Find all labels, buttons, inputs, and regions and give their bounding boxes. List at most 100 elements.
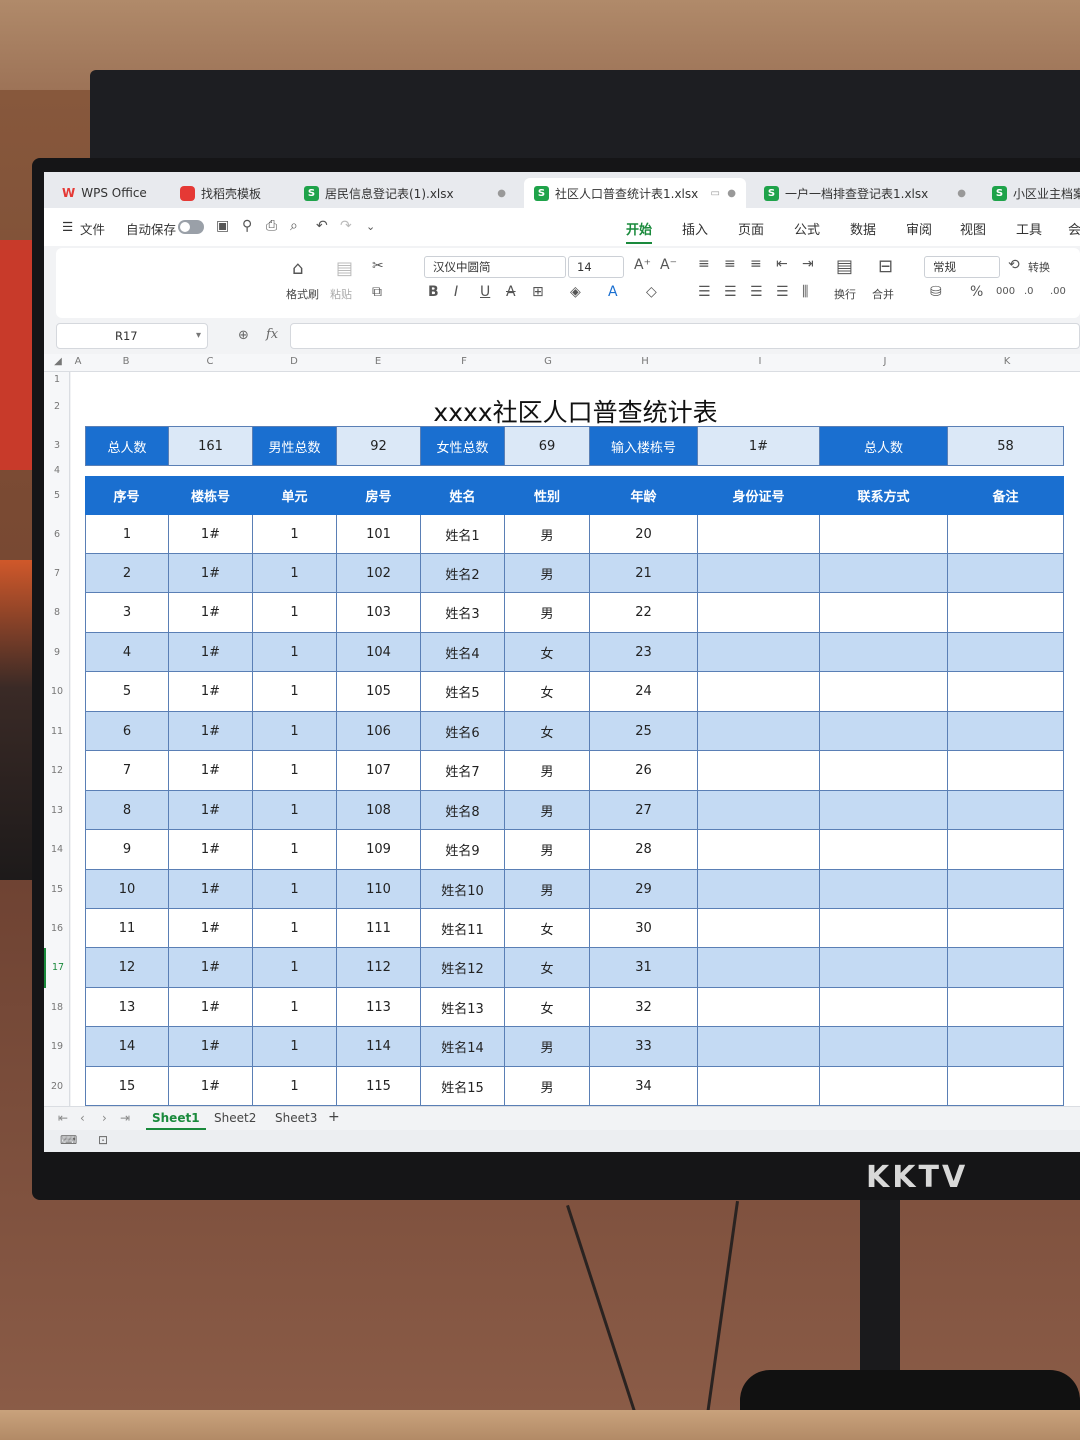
table-cell[interactable] [698, 830, 820, 870]
table-cell[interactable]: 1# [169, 791, 253, 830]
summary-value[interactable]: 1# [698, 426, 820, 466]
table-cell[interactable]: 1 [253, 870, 337, 909]
summary-value[interactable]: 161 [169, 426, 253, 466]
table-cell[interactable] [698, 948, 820, 988]
table-cell[interactable]: 姓名14 [421, 1027, 505, 1067]
tab-file-1[interactable]: S 居民信息登记表(1).xlsx ● [294, 178, 516, 208]
table-cell[interactable]: 108 [337, 791, 421, 830]
table-cell[interactable]: 107 [337, 751, 421, 791]
align-top-icon[interactable]: ≡ [698, 256, 710, 272]
font-size-select[interactable]: 14 [568, 256, 624, 278]
wrap-text-label[interactable]: 换行 [834, 286, 856, 302]
column-header[interactable]: E [375, 356, 381, 367]
decrease-decimal-icon[interactable]: .00 [1050, 286, 1066, 297]
outdent-icon[interactable]: ⇤ [776, 256, 788, 272]
summary-value[interactable]: 92 [337, 426, 421, 466]
table-cell[interactable]: 男 [505, 554, 590, 593]
monitor-icon[interactable]: ▭ [711, 188, 720, 199]
table-cell[interactable] [820, 593, 948, 633]
table-cell[interactable]: 1# [169, 633, 253, 672]
table-cell[interactable] [948, 633, 1064, 672]
table-cell[interactable]: 101 [337, 515, 421, 554]
row-header[interactable]: 7 [44, 554, 70, 593]
table-cell[interactable]: 30 [590, 909, 698, 948]
table-cell[interactable]: 1# [169, 988, 253, 1027]
table-cell[interactable]: 女 [505, 909, 590, 948]
table-cell[interactable]: 114 [337, 1027, 421, 1067]
tab-member[interactable]: 会 [1068, 219, 1080, 238]
align-middle-icon[interactable]: ≡ [724, 256, 736, 272]
table-header-cell[interactable]: 序号 [85, 476, 169, 515]
table-cell[interactable] [698, 515, 820, 554]
row-header[interactable]: 10 [44, 672, 70, 712]
table-cell[interactable]: 1# [169, 948, 253, 988]
column-header[interactable]: C [207, 356, 214, 367]
tab-close-icon[interactable]: ● [497, 188, 506, 199]
table-cell[interactable]: 1# [169, 712, 253, 751]
table-cell[interactable]: 1 [253, 909, 337, 948]
wrap-text-icon[interactable]: ▤ [836, 256, 853, 277]
sheet-title[interactable]: xxxx社区人口普查统计表 [71, 393, 1080, 429]
table-cell[interactable]: 1 [253, 593, 337, 633]
table-cell[interactable] [820, 672, 948, 712]
table-cell[interactable]: 4 [85, 633, 169, 672]
table-cell[interactable]: 1# [169, 751, 253, 791]
first-sheet-icon[interactable]: ⇤ [58, 1111, 68, 1125]
row-header[interactable]: 19 [44, 1027, 70, 1067]
sheet-tab-sheet1[interactable]: Sheet1 [146, 1111, 206, 1130]
column-header[interactable]: G [544, 356, 552, 367]
paste-label[interactable]: 粘贴 [330, 286, 352, 302]
row-header[interactable]: 5 [44, 476, 70, 515]
table-cell[interactable]: 29 [590, 870, 698, 909]
number-format-select[interactable]: 常规 [924, 256, 1000, 278]
print-preview-icon[interactable]: ⌕ [290, 218, 298, 234]
table-cell[interactable]: 男 [505, 751, 590, 791]
table-cell[interactable]: 1# [169, 909, 253, 948]
tab-wps-office[interactable]: W WPS Office [52, 178, 160, 208]
align-right-icon[interactable]: ☰ [750, 284, 763, 300]
table-cell[interactable]: 1 [253, 1027, 337, 1067]
column-header[interactable]: F [461, 356, 467, 367]
redo-icon[interactable]: ↷ [340, 218, 352, 234]
table-cell[interactable]: 103 [337, 593, 421, 633]
share-icon[interactable]: ⚲ [242, 218, 252, 234]
table-cell[interactable] [698, 988, 820, 1027]
italic-icon[interactable]: I [454, 284, 458, 300]
merge-icon[interactable]: ⊟ [878, 256, 893, 277]
table-cell[interactable]: 姓名10 [421, 870, 505, 909]
summary-value[interactable]: 69 [505, 426, 590, 466]
table-cell[interactable] [820, 751, 948, 791]
table-header-cell[interactable]: 性别 [505, 476, 590, 515]
font-color-icon[interactable]: A [608, 284, 618, 300]
table-cell[interactable] [948, 1067, 1064, 1106]
table-cell[interactable] [698, 1067, 820, 1106]
column-header[interactable]: J [884, 356, 887, 367]
bold-icon[interactable]: B [428, 284, 439, 300]
tab-review[interactable]: 审阅 [906, 219, 932, 238]
column-header[interactable]: K [1004, 356, 1011, 367]
menu-file[interactable]: 文件 [80, 219, 105, 238]
table-cell[interactable]: 1 [253, 554, 337, 593]
table-cell[interactable] [698, 870, 820, 909]
row-header[interactable]: 14 [44, 830, 70, 870]
table-cell[interactable]: 1 [85, 515, 169, 554]
print-icon[interactable]: ⎙ [266, 218, 277, 234]
table-header-cell[interactable]: 联系方式 [820, 476, 948, 515]
table-cell[interactable]: 109 [337, 830, 421, 870]
table-cell[interactable] [698, 633, 820, 672]
table-cell[interactable]: 2 [85, 554, 169, 593]
tab-insert[interactable]: 插入 [682, 219, 708, 238]
table-cell[interactable]: 1 [253, 1067, 337, 1106]
table-cell[interactable]: 男 [505, 1027, 590, 1067]
strikethrough-icon[interactable]: A [506, 284, 516, 300]
table-cell[interactable] [820, 988, 948, 1027]
row-header[interactable]: 15 [44, 870, 70, 909]
sheet-tab-sheet2[interactable]: Sheet2 [214, 1111, 256, 1125]
table-cell[interactable] [698, 751, 820, 791]
table-cell[interactable]: 男 [505, 593, 590, 633]
table-cell[interactable]: 14 [85, 1027, 169, 1067]
table-cell[interactable]: 男 [505, 791, 590, 830]
indent-icon[interactable]: ⇥ [802, 256, 814, 272]
convert-icon[interactable]: ⟲ [1008, 257, 1020, 273]
table-cell[interactable] [698, 554, 820, 593]
